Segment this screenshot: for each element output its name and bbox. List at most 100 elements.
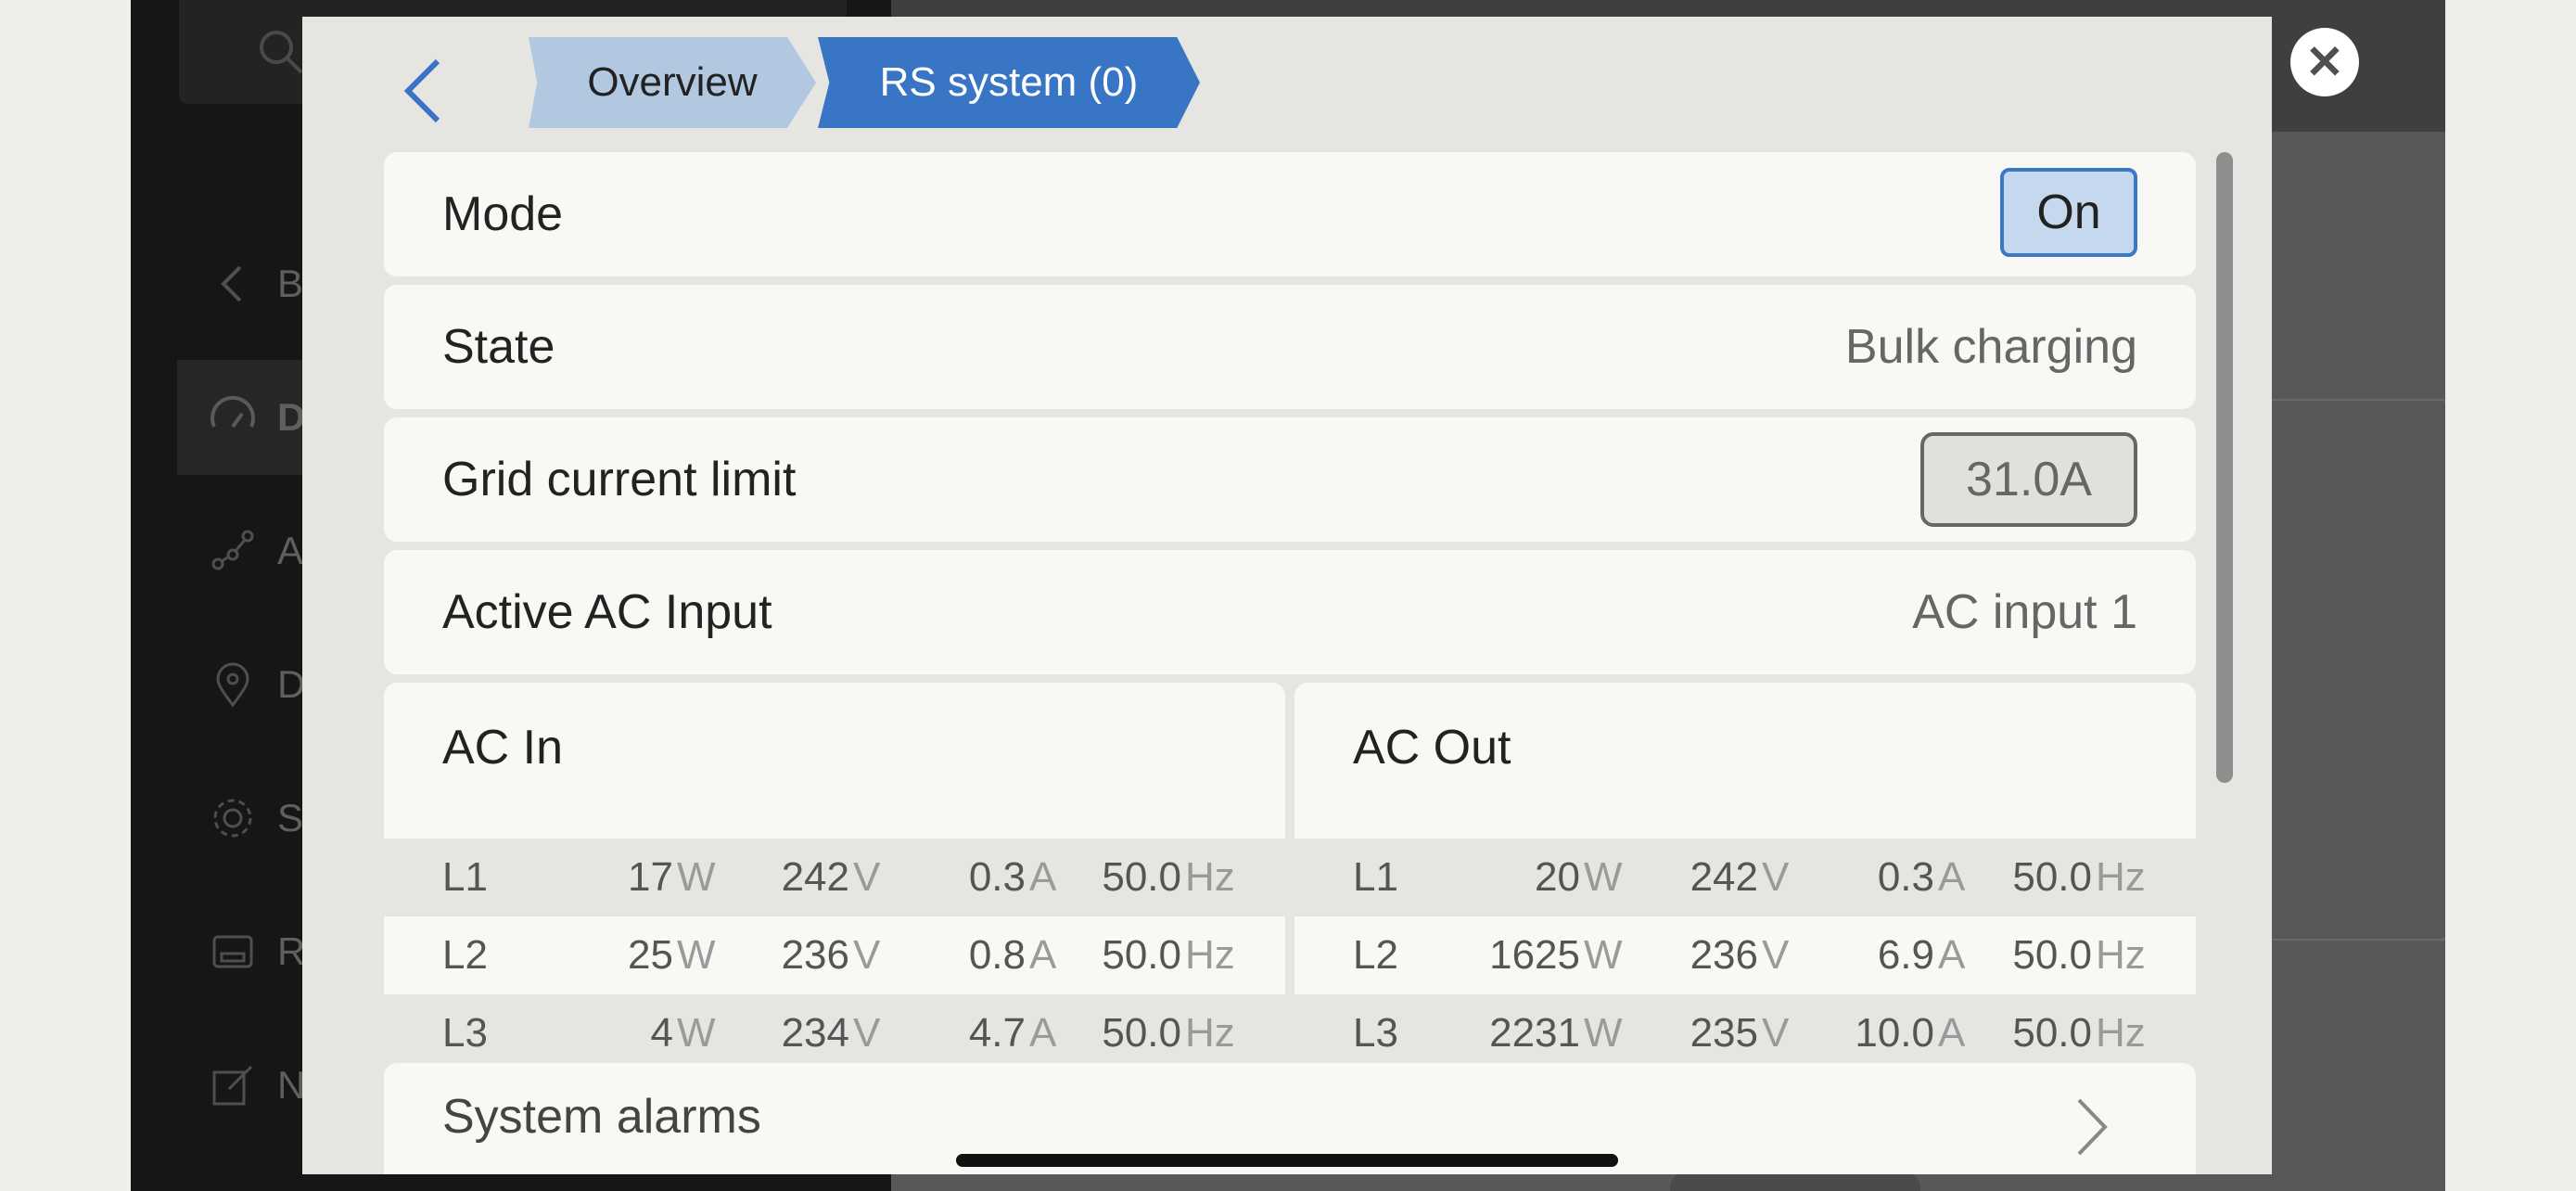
console-icon	[212, 935, 253, 968]
ac-out-panel: AC Out L1 20 W 242 V 0.3 A 50.0 Hz L2 16…	[1294, 683, 2196, 1056]
power-value: 2231	[1489, 1010, 1580, 1056]
state-label: State	[442, 320, 555, 374]
gauge-icon	[210, 395, 255, 429]
frequency-value: 50.0	[1102, 932, 1181, 978]
frequency-unit: Hz	[1185, 932, 1235, 978]
phase-label: L2	[442, 932, 488, 978]
frequency-value: 50.0	[1102, 1010, 1181, 1056]
power-unit: W	[1584, 1010, 1623, 1056]
close-button[interactable]: ✕	[2290, 28, 2359, 96]
ac-in-line: L1 17 W 242 V 0.3 A 50.0 Hz	[384, 839, 1285, 916]
mode-value: On	[2036, 186, 2101, 239]
ac-out-line: L2 1625 W 236 V 6.9 A 50.0 Hz	[1294, 916, 2196, 994]
current-value: 0.3	[968, 854, 1026, 900]
frequency-value: 50.0	[2012, 1010, 2092, 1056]
network-icon	[211, 530, 254, 570]
state-value: Bulk charging	[1844, 320, 2137, 374]
power-value: 1625	[1489, 932, 1580, 978]
current-unit: A	[1938, 932, 1966, 978]
back-button[interactable]	[395, 45, 451, 137]
grid-current-limit-value: 31.0A	[1966, 453, 2092, 506]
frequency-unit: Hz	[1185, 1010, 1235, 1056]
active-ac-input-value: AC input 1	[1912, 585, 2137, 639]
mode-label: Mode	[442, 187, 564, 241]
chevron-right-icon	[2077, 1098, 2108, 1156]
voltage-value: 234	[781, 1010, 849, 1056]
voltage-unit: V	[1762, 932, 1790, 978]
breadcrumb-current[interactable]: RS system (0)	[818, 37, 1200, 128]
ac-in-title: AC In	[442, 721, 564, 775]
power-unit: W	[677, 854, 716, 900]
phase-label: L1	[442, 854, 488, 900]
current-unit: A	[1029, 1010, 1057, 1056]
grid-current-limit-button[interactable]: 31.0A	[1920, 432, 2137, 527]
grid-current-limit-label: Grid current limit	[442, 453, 797, 506]
frequency-value: 50.0	[2012, 932, 2092, 978]
active-ac-input-row: Active AC Input AC input 1	[384, 550, 2196, 674]
voltage-value: 242	[1690, 854, 1758, 900]
voltage-unit: V	[853, 854, 881, 900]
power-value: 17	[628, 854, 673, 900]
power-value: 4	[650, 1010, 673, 1056]
power-unit: W	[1584, 932, 1623, 978]
frequency-unit: Hz	[2096, 1010, 2146, 1056]
phase-label: L2	[1353, 932, 1398, 978]
mode-button[interactable]: On	[2000, 168, 2137, 257]
ac-in-line: L2 25 W 236 V 0.8 A 50.0 Hz	[384, 916, 1285, 994]
mode-row: Mode On	[384, 152, 2196, 276]
power-unit: W	[677, 932, 716, 978]
close-icon: ✕	[2305, 36, 2344, 88]
rs-system-dialog: Overview RS system (0) Mode On State Bul…	[302, 17, 2272, 1174]
location-pin-icon	[216, 662, 249, 708]
scrollbar[interactable]	[2216, 152, 2233, 783]
power-value: 25	[628, 932, 673, 978]
voltage-unit: V	[853, 1010, 881, 1056]
chevron-left-icon	[403, 58, 440, 123]
voltage-value: 242	[781, 854, 849, 900]
gear-icon	[213, 799, 252, 838]
current-unit: A	[1029, 854, 1057, 900]
edit-icon	[212, 1065, 253, 1106]
voltage-value: 236	[781, 932, 849, 978]
current-unit: A	[1029, 932, 1057, 978]
grid-current-limit-row: Grid current limit 31.0A	[384, 417, 2196, 542]
phase-label: L3	[442, 1010, 488, 1056]
frequency-value: 50.0	[2012, 854, 2092, 900]
voltage-value: 236	[1690, 932, 1758, 978]
voltage-unit: V	[1762, 854, 1790, 900]
breadcrumb-overview[interactable]: Overview	[529, 37, 816, 128]
system-alarms-label: System alarms	[442, 1090, 761, 1144]
search-icon	[260, 31, 303, 74]
background-tab	[1670, 1172, 1920, 1191]
ac-in-header: AC In	[384, 683, 1285, 839]
current-value: 4.7	[968, 1010, 1026, 1056]
breadcrumb-current-label: RS system (0)	[879, 59, 1139, 105]
voltage-value: 235	[1690, 1010, 1758, 1056]
ac-out-header: AC Out	[1294, 683, 2196, 839]
state-row: State Bulk charging	[384, 285, 2196, 409]
phase-label: L3	[1353, 1010, 1398, 1056]
current-unit: A	[1938, 1010, 1966, 1056]
home-indicator[interactable]	[956, 1154, 1618, 1167]
ac-out-line: L3 2231 W 235 V 10.0 A 50.0 Hz	[1294, 994, 2196, 1072]
ac-in-panel: AC In L1 17 W 242 V 0.3 A 50.0 Hz L2 25 …	[384, 683, 1285, 1056]
power-value: 20	[1535, 854, 1580, 900]
current-value: 0.8	[968, 932, 1026, 978]
active-ac-input-label: Active AC Input	[442, 585, 772, 639]
voltage-unit: V	[1762, 1010, 1790, 1056]
current-value: 10.0	[1855, 1010, 1934, 1056]
breadcrumb-overview-label: Overview	[587, 59, 758, 105]
ac-out-line: L1 20 W 242 V 0.3 A 50.0 Hz	[1294, 839, 2196, 916]
frequency-unit: Hz	[2096, 932, 2146, 978]
current-value: 6.9	[1877, 932, 1934, 978]
ac-out-title: AC Out	[1353, 721, 1511, 775]
power-unit: W	[1584, 854, 1623, 900]
frequency-unit: Hz	[2096, 854, 2146, 900]
voltage-unit: V	[853, 932, 881, 978]
frequency-unit: Hz	[1185, 854, 1235, 900]
ac-in-line: L3 4 W 234 V 4.7 A 50.0 Hz	[384, 994, 1285, 1072]
current-unit: A	[1938, 854, 1966, 900]
power-unit: W	[677, 1010, 716, 1056]
phase-label: L1	[1353, 854, 1398, 900]
current-value: 0.3	[1877, 854, 1934, 900]
